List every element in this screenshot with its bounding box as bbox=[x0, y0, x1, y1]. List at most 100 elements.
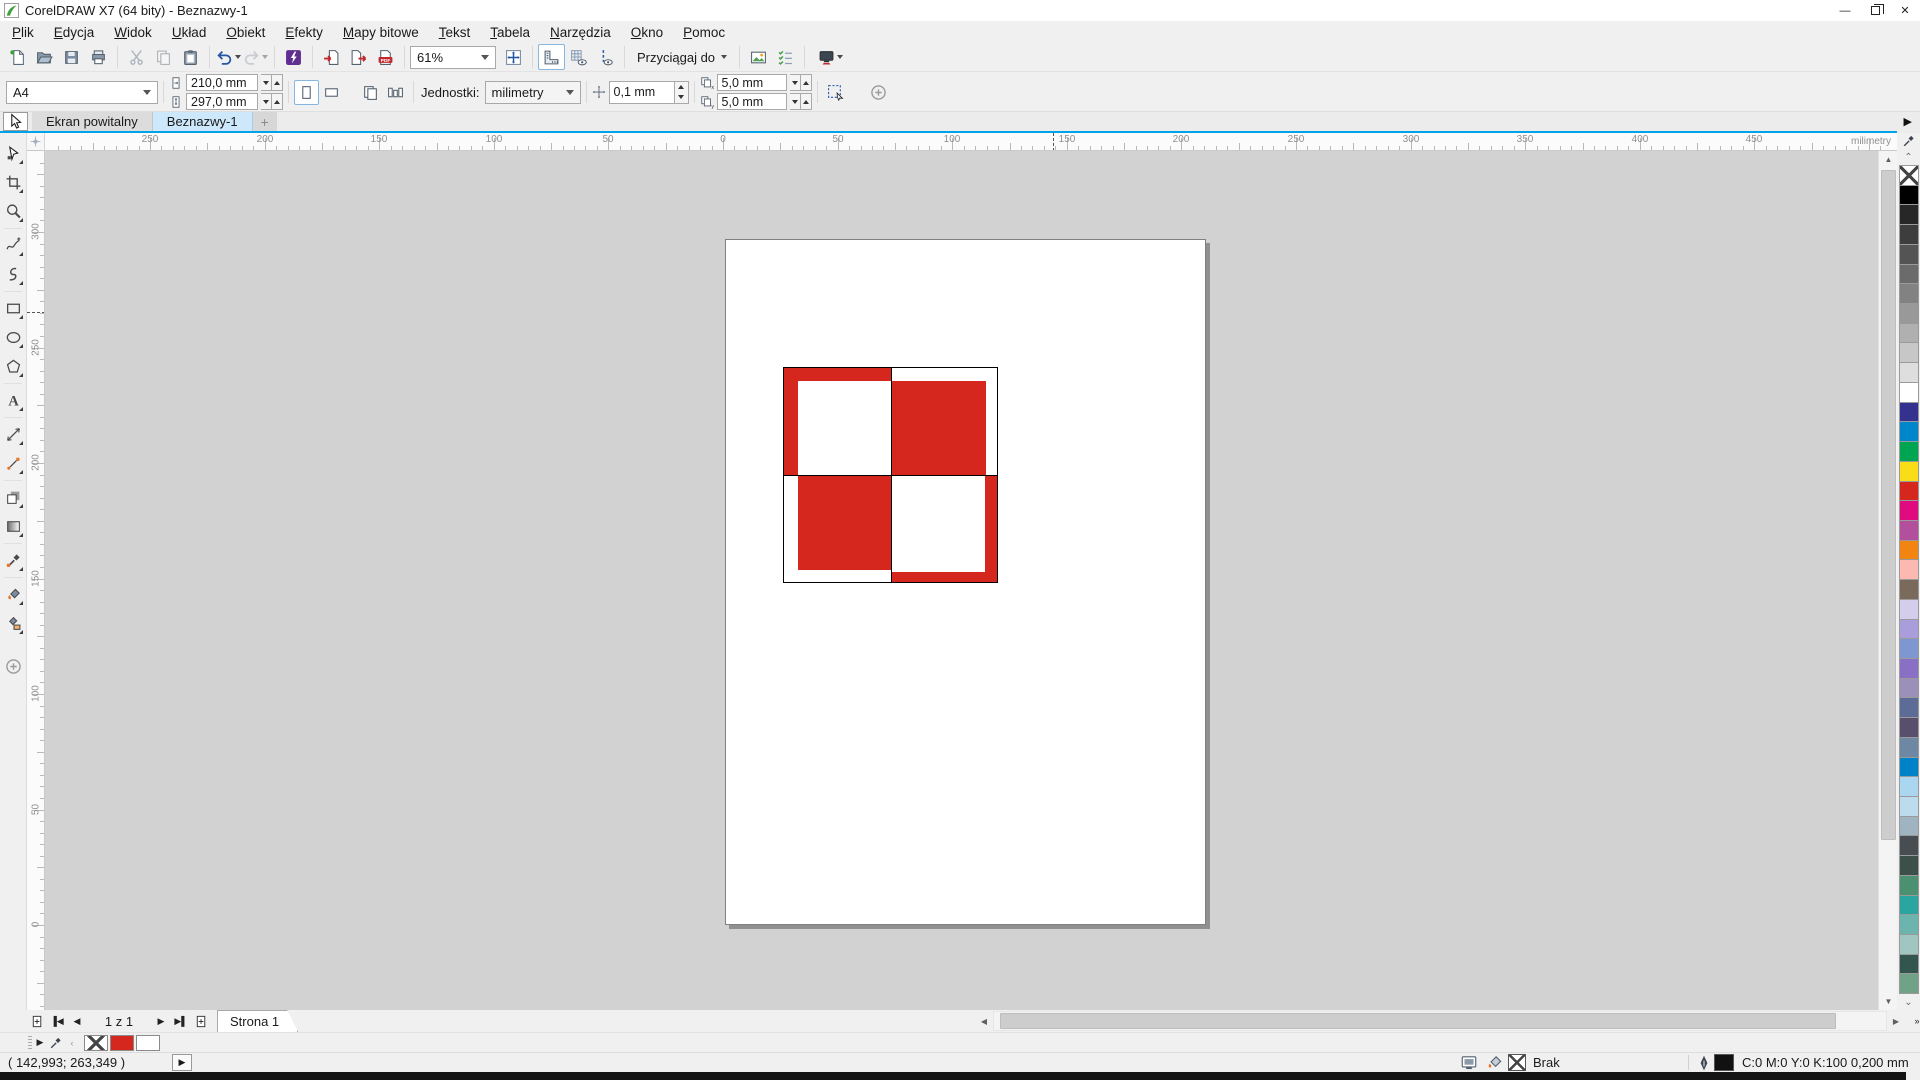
color-swatch-c7c7c7[interactable] bbox=[1900, 343, 1918, 363]
publish-pdf-button[interactable] bbox=[372, 44, 399, 70]
color-swatch-35318f[interactable] bbox=[1900, 403, 1918, 423]
color-swatch-0082c8[interactable] bbox=[1900, 758, 1918, 778]
color-swatch-4c9072[interactable] bbox=[1900, 876, 1918, 896]
menu-item-narzędzia[interactable]: Narzędzia bbox=[540, 22, 621, 43]
document-palette-flyout-button[interactable]: ▶ bbox=[32, 1035, 48, 1051]
spinner-up-icon[interactable] bbox=[801, 93, 812, 110]
color-swatch-d6271e[interactable] bbox=[1900, 482, 1918, 502]
smart-fill-tool[interactable] bbox=[0, 609, 26, 638]
vertical-ruler[interactable]: milimetry 300250200150100500 bbox=[27, 151, 45, 1010]
application-launcher-button[interactable] bbox=[810, 44, 850, 70]
menu-item-okno[interactable]: Okno bbox=[621, 22, 673, 43]
close-button[interactable]: ✕ bbox=[1890, 0, 1920, 21]
horizontal-scrollbar[interactable]: ◀ ▶ » bbox=[975, 1011, 1905, 1031]
undo-button[interactable] bbox=[215, 44, 242, 70]
outline-pen-icon[interactable] bbox=[1695, 1054, 1713, 1072]
color-swatch-d4cdeb[interactable] bbox=[1900, 600, 1918, 620]
zoom-tool[interactable] bbox=[0, 197, 26, 226]
color-swatch-6e87a3[interactable] bbox=[1900, 738, 1918, 758]
export-button[interactable] bbox=[345, 44, 372, 70]
add-page-end-button[interactable] bbox=[191, 1011, 211, 1031]
transparency-tool[interactable] bbox=[0, 512, 26, 541]
horizontal-scrollbar-thumb[interactable] bbox=[1000, 1013, 1836, 1029]
palette-eyedropper-button[interactable] bbox=[1899, 133, 1919, 149]
color-swatch-6cb5ae[interactable] bbox=[1900, 915, 1918, 935]
color-swatch-000000[interactable] bbox=[1900, 186, 1918, 206]
duplicate-x-spinner[interactable] bbox=[790, 74, 812, 91]
paste-button[interactable] bbox=[177, 44, 204, 70]
nudge-spinner[interactable] bbox=[675, 81, 689, 104]
menu-item-mapy-bitowe[interactable]: Mapy bitowe bbox=[333, 22, 429, 43]
first-page-button[interactable]: ▐◀ bbox=[47, 1011, 67, 1031]
page-height-field[interactable]: 297,0 mm bbox=[186, 93, 258, 110]
all-pages-button[interactable] bbox=[358, 80, 383, 105]
drawing-canvas[interactable] bbox=[45, 151, 1878, 1010]
previous-page-button[interactable]: ◀ bbox=[67, 1011, 87, 1031]
spinner-down-icon[interactable] bbox=[790, 74, 801, 91]
crop-tool[interactable] bbox=[0, 168, 26, 197]
welcome-screen-button[interactable] bbox=[745, 44, 772, 70]
new-tab-button[interactable]: + bbox=[253, 112, 277, 131]
color-proof-monitor-icon[interactable] bbox=[1460, 1054, 1478, 1072]
page-width-field[interactable]: 210,0 mm bbox=[186, 74, 258, 91]
color-swatch-6b6b6b[interactable] bbox=[1900, 265, 1918, 285]
cut-button[interactable] bbox=[123, 44, 150, 70]
color-swatch-8a70c5[interactable] bbox=[1900, 659, 1918, 679]
add-page-start-button[interactable] bbox=[27, 1011, 47, 1031]
print-button[interactable] bbox=[85, 44, 112, 70]
menu-item-efekty[interactable]: Efekty bbox=[275, 22, 333, 43]
spinner-up-icon[interactable] bbox=[272, 74, 283, 91]
menu-item-pomoc[interactable]: Pomoc bbox=[673, 22, 735, 43]
spinner-up-icon[interactable] bbox=[272, 93, 283, 110]
color-swatch-272727[interactable] bbox=[1900, 205, 1918, 225]
horizontal-scrollbar-track[interactable] bbox=[993, 1011, 1887, 1031]
pan-right-button[interactable]: » bbox=[1907, 1011, 1920, 1031]
menu-item-układ[interactable]: Układ bbox=[162, 22, 217, 43]
nudge-distance-field[interactable]: 0,1 mm bbox=[609, 81, 675, 104]
color-swatch-9fc6c0[interactable] bbox=[1900, 935, 1918, 955]
treat-as-filled-button[interactable] bbox=[823, 80, 848, 105]
text-tool[interactable] bbox=[0, 386, 26, 415]
color-swatch-9fb4c0[interactable] bbox=[1900, 817, 1918, 837]
maximize-button[interactable] bbox=[1860, 0, 1890, 21]
full-screen-preview-button[interactable] bbox=[500, 44, 527, 70]
spinner-up-icon[interactable] bbox=[801, 74, 812, 91]
spinner-up-icon[interactable] bbox=[675, 82, 688, 93]
color-swatch-ffffff[interactable] bbox=[1900, 383, 1918, 403]
vertical-scrollbar[interactable]: ▲ ▼ bbox=[1878, 151, 1897, 1010]
spinner-down-icon[interactable] bbox=[261, 74, 272, 91]
pick-tool[interactable] bbox=[3, 112, 28, 131]
color-swatch-2ba5a0[interactable] bbox=[1900, 896, 1918, 916]
menu-item-tabela[interactable]: Tabela bbox=[480, 22, 540, 43]
customize-add-button[interactable] bbox=[866, 80, 891, 105]
search-content-button[interactable] bbox=[280, 44, 307, 70]
color-swatch-545454[interactable] bbox=[1900, 245, 1918, 265]
page-tab-strona-1[interactable]: Strona 1 bbox=[217, 1010, 298, 1032]
add-tool-button[interactable] bbox=[0, 652, 26, 681]
color-swatch-6fa287[interactable] bbox=[1900, 974, 1918, 994]
dimension-tool[interactable] bbox=[0, 420, 26, 449]
scroll-down-icon[interactable]: ▼ bbox=[1879, 993, 1898, 1010]
checkerboard-object[interactable] bbox=[783, 367, 998, 583]
color-swatch-3c4f49[interactable] bbox=[1900, 856, 1918, 876]
new-document-button[interactable] bbox=[4, 44, 31, 70]
show-grid-button[interactable] bbox=[565, 44, 592, 70]
color-swatch-5c6c96[interactable] bbox=[1900, 698, 1918, 718]
color-swatch-474d50[interactable] bbox=[1900, 836, 1918, 856]
drop-shadow-tool[interactable] bbox=[0, 483, 26, 512]
color-swatch-b3509d[interactable] bbox=[1900, 521, 1918, 541]
polygon-tool[interactable] bbox=[0, 352, 26, 381]
color-swatch-b0b0b0[interactable] bbox=[1900, 324, 1918, 344]
units-combo[interactable]: milimetry bbox=[485, 81, 581, 104]
interactive-fill-tool[interactable] bbox=[0, 580, 26, 609]
doc-color-swatch-ffffff[interactable] bbox=[136, 1035, 160, 1051]
color-swatch-574f6c[interactable] bbox=[1900, 718, 1918, 738]
color-swatch-aad6ef[interactable] bbox=[1900, 777, 1918, 797]
menu-item-tekst[interactable]: Tekst bbox=[429, 22, 481, 43]
fill-bucket-icon[interactable] bbox=[1486, 1054, 1504, 1072]
palette-scroll-up-button[interactable]: ⌃ bbox=[1899, 149, 1919, 165]
menu-item-obiekt[interactable]: Obiekt bbox=[216, 22, 275, 43]
bspline-tool[interactable] bbox=[0, 260, 26, 289]
color-eyedropper-tool[interactable] bbox=[0, 546, 26, 575]
open-button[interactable] bbox=[31, 44, 58, 70]
